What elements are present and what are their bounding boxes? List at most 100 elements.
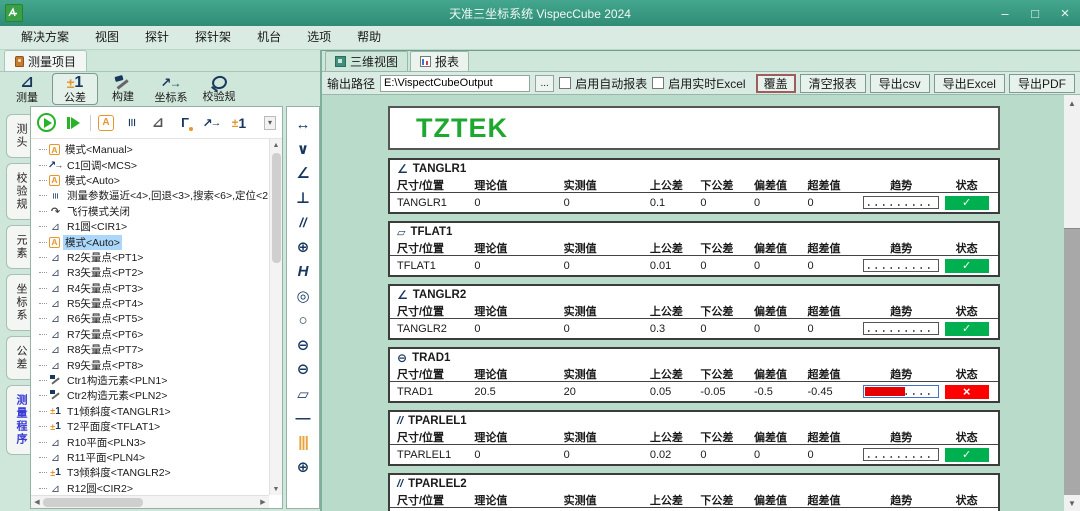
- tree-item[interactable]: C1回调<MCS>: [39, 157, 268, 172]
- tree-item[interactable]: Ctr2构造元素<PLN2>: [39, 388, 268, 403]
- menu-item[interactable]: 机台: [244, 26, 294, 49]
- scroll-up-icon[interactable]: ▲: [1064, 95, 1080, 111]
- cylindricity-icon[interactable]: ⊖: [287, 333, 319, 358]
- tree-item[interactable]: R10平面<PLN3>: [39, 434, 268, 449]
- side-tab[interactable]: 坐标系: [6, 274, 30, 331]
- cell-name: TANGLR1: [397, 197, 474, 209]
- tree-item[interactable]: R4矢量点<PT3>: [39, 281, 268, 296]
- ribbon-item[interactable]: 测量: [4, 73, 50, 105]
- tree-item[interactable]: 测量参数逼近<4>,回退<3>,搜索<6>,定位<2:: [39, 188, 268, 203]
- tree-item[interactable]: R11平面<PLN4>: [39, 450, 268, 465]
- step-run-button-icon[interactable]: [63, 113, 83, 133]
- side-tab[interactable]: 公差: [6, 336, 30, 380]
- tab-report[interactable]: 报表: [410, 51, 469, 71]
- program-toolbar: [31, 107, 282, 139]
- tree-item[interactable]: 模式<Auto>: [39, 173, 268, 188]
- side-tab[interactable]: 校验规: [6, 163, 30, 220]
- menu-item[interactable]: 探针: [132, 26, 182, 49]
- profile-line-icon[interactable]: ∨: [287, 137, 319, 162]
- report-vertical-scrollbar[interactable]: ▲ ▼: [1064, 95, 1080, 511]
- side-tab[interactable]: 测量程序: [6, 385, 30, 455]
- ribbon-item[interactable]: 坐标系: [148, 73, 194, 105]
- tree-item[interactable]: T2平面度<TFLAT1>: [39, 419, 268, 434]
- report-action-button[interactable]: 导出Excel: [934, 74, 1005, 93]
- side-tab[interactable]: 元素: [6, 225, 30, 269]
- caliper-icon: [49, 343, 62, 356]
- position-circle-icon[interactable]: ⊕: [287, 455, 319, 480]
- scroll-left-icon[interactable]: ◀: [31, 498, 43, 506]
- tree-item[interactable]: T1倾斜度<TANGLR1>: [39, 404, 268, 419]
- parallelism-icon[interactable]: //: [287, 210, 319, 235]
- tree-item[interactable]: 模式<Manual>: [39, 142, 268, 157]
- toolbar-overflow-icon[interactable]: [264, 116, 276, 130]
- tree-item[interactable]: T3倾斜度<TANGLR2>: [39, 465, 268, 480]
- auto-mode-icon[interactable]: [98, 115, 114, 131]
- scroll-down-icon[interactable]: ▼: [1064, 495, 1080, 511]
- tree-item[interactable]: Ctr1构造元素<PLN1>: [39, 373, 268, 388]
- menu-item[interactable]: 解决方案: [8, 26, 82, 49]
- ribbon-item[interactable]: 校验规: [196, 73, 242, 105]
- tree-item[interactable]: R9矢量点<PT8>: [39, 357, 268, 372]
- tolerance-icon[interactable]: [229, 113, 249, 133]
- menu-item[interactable]: 选项: [294, 26, 344, 49]
- ribbon-item[interactable]: 公差: [52, 73, 98, 105]
- coordinate-icon[interactable]: [202, 113, 222, 133]
- concentricity-icon[interactable]: ◎: [287, 284, 319, 309]
- scroll-thumb[interactable]: [1064, 111, 1080, 229]
- scroll-thumb[interactable]: [43, 498, 143, 507]
- scroll-down-icon[interactable]: ▼: [273, 483, 280, 495]
- cell-deviation: 0: [754, 260, 808, 272]
- flatness-icon[interactable]: ▱: [287, 382, 319, 407]
- angularity-icon[interactable]: ∠: [287, 161, 319, 186]
- enable-realtime-excel-checkbox[interactable]: [652, 77, 664, 89]
- scroll-thumb[interactable]: [272, 153, 281, 263]
- report-action-button[interactable]: 导出PDF: [1009, 74, 1075, 93]
- table-header-row: 尺寸/位置理论值实测值上公差下公差偏差值超差值趋势状态: [390, 177, 998, 193]
- circularity-icon[interactable]: ○: [287, 308, 319, 333]
- column-header: 超差值: [808, 429, 862, 445]
- bars-icon[interactable]: |||: [287, 431, 319, 456]
- tree-vertical-scrollbar[interactable]: ▲ ▼: [269, 139, 282, 495]
- menu-item[interactable]: 探针架: [182, 26, 244, 49]
- output-path-input[interactable]: [380, 75, 530, 92]
- tree-item[interactable]: R3矢量点<PT2>: [39, 265, 268, 280]
- report-action-button[interactable]: 清空报表: [800, 74, 866, 93]
- tree-item[interactable]: R1圆<CIR1>: [39, 219, 268, 234]
- perpendicularity-icon[interactable]: ⊥: [287, 186, 319, 211]
- tree-item[interactable]: R6矢量点<PT5>: [39, 311, 268, 326]
- ribbon-item[interactable]: 构建: [100, 73, 146, 105]
- enable-auto-report-checkbox[interactable]: [559, 77, 571, 89]
- tree-horizontal-scrollbar[interactable]: ◀ ▶: [31, 495, 269, 508]
- side-tab[interactable]: 测头: [6, 114, 30, 158]
- tree-item[interactable]: R7矢量点<PT6>: [39, 327, 268, 342]
- radius-icon[interactable]: ⊖: [287, 357, 319, 382]
- status-badge: [945, 196, 989, 210]
- position-icon[interactable]: ⊕: [287, 235, 319, 260]
- tree-item[interactable]: R12圆<CIR2>: [39, 481, 268, 496]
- measure-params-icon[interactable]: [121, 113, 141, 133]
- measure-element-icon[interactable]: [148, 113, 168, 133]
- menu-item[interactable]: 视图: [82, 26, 132, 49]
- tab-measure-project[interactable]: 测量项目: [4, 50, 87, 71]
- tree-item[interactable]: R2矢量点<PT1>: [39, 250, 268, 265]
- tree-item[interactable]: R8矢量点<PT7>: [39, 342, 268, 357]
- table-header-row: 尺寸/位置理论值实测值上公差下公差偏差值超差值趋势状态: [390, 492, 998, 508]
- mode-ribbon: 测量 公差 构建 坐标系 校验规: [0, 72, 320, 106]
- tree-item[interactable]: R5矢量点<PT4>: [39, 296, 268, 311]
- column-header: 偏差值: [754, 366, 808, 382]
- tree-item[interactable]: 模式<Auto>: [39, 234, 268, 249]
- scroll-up-icon[interactable]: ▲: [273, 139, 280, 151]
- symmetry-icon[interactable]: H: [287, 259, 319, 284]
- tree-item[interactable]: 飞行模式关闭: [39, 204, 268, 219]
- menu-item[interactable]: 帮助: [344, 26, 394, 49]
- tab-3d-view[interactable]: 三维视图: [325, 51, 408, 71]
- table-title: TPARLEL2: [408, 478, 467, 490]
- scroll-right-icon[interactable]: ▶: [257, 498, 269, 506]
- browse-button[interactable]: ...: [535, 75, 554, 92]
- run-button-icon[interactable]: [37, 113, 56, 132]
- corner-point-icon[interactable]: [175, 113, 195, 133]
- straightness-icon[interactable]: —: [287, 406, 319, 431]
- report-action-button[interactable]: 导出csv: [870, 74, 930, 93]
- report-action-button[interactable]: 覆盖: [756, 74, 796, 93]
- distance-icon[interactable]: ↔: [287, 112, 319, 137]
